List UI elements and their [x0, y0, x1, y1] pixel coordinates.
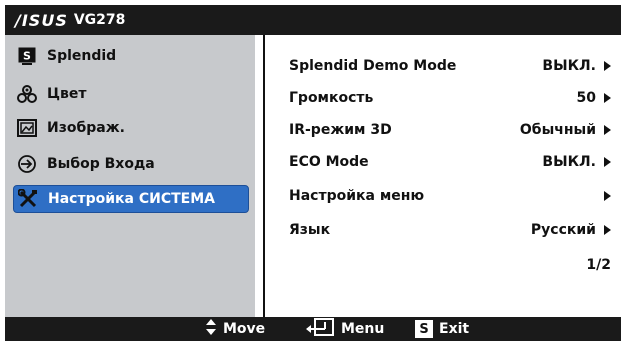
sidebar-item-label: Цвет — [47, 86, 87, 102]
setting-label: Настройка меню — [289, 188, 425, 204]
chevron-right-icon — [604, 191, 611, 201]
move-label: Move — [223, 321, 266, 337]
setting-row-splendid-demo-mode[interactable]: Splendid Demo Mode ВЫКЛ. — [289, 55, 611, 77]
settings-panel: Splendid Demo Mode ВЫКЛ. Громкость 50 IR… — [263, 35, 621, 317]
panel-divider — [255, 35, 263, 317]
setting-label: IR-режим 3D — [289, 122, 392, 138]
setting-label: Splendid Demo Mode — [289, 58, 457, 74]
sidebar: S Splendid Цвет Изображ. Выбор Входа Нас… — [5, 35, 255, 317]
brand: /ISUS VG278 — [15, 9, 125, 31]
setting-value: Русский — [530, 222, 596, 238]
setting-value: ВЫКЛ. — [542, 58, 596, 74]
sidebar-item-splendid[interactable]: S Splendid — [17, 43, 116, 69]
setting-value: ВЫКЛ. — [542, 154, 596, 170]
chevron-right-icon — [604, 225, 611, 235]
setting-row-menu-setup[interactable]: Настройка меню — [289, 185, 611, 207]
page-indicator: 1/2 — [586, 257, 611, 273]
sidebar-item-image[interactable]: Изображ. — [17, 115, 125, 141]
enter-key-icon — [305, 318, 335, 340]
input-arrow-icon — [17, 154, 37, 174]
menu-label: Menu — [341, 321, 385, 337]
setting-label: Язык — [289, 222, 331, 238]
sidebar-item-system-settings[interactable]: Настройка СИСТЕМА — [13, 185, 249, 213]
osd-window: /ISUS VG278 S Splendid Цвет Изображ. Выб… — [5, 5, 621, 341]
exit-hint: S Exit — [415, 317, 469, 341]
menu-hint: Menu — [305, 317, 384, 341]
sidebar-item-label: Настройка СИСТЕМА — [48, 191, 215, 207]
chevron-right-icon — [604, 157, 611, 167]
setting-row-language[interactable]: Язык Русский — [289, 219, 611, 241]
wrench-screwdriver-icon — [18, 189, 38, 209]
exit-key-glyph: S — [419, 321, 429, 337]
setting-label: Громкость — [289, 90, 374, 106]
up-down-arrows-icon — [205, 318, 217, 340]
setting-label: ECO Mode — [289, 154, 369, 170]
setting-row-eco-mode[interactable]: ECO Mode ВЫКЛ. — [289, 151, 611, 173]
setting-row-volume[interactable]: Громкость 50 — [289, 87, 611, 109]
sidebar-item-label: Splendid — [47, 48, 117, 64]
setting-value: 50 — [576, 90, 596, 106]
exit-label: Exit — [439, 321, 470, 337]
sidebar-item-label: Изображ. — [47, 120, 125, 136]
image-frame-icon — [17, 118, 37, 138]
color-drops-icon — [17, 84, 37, 104]
sidebar-item-color[interactable]: Цвет — [17, 81, 86, 107]
move-hint: Move — [205, 317, 265, 341]
setting-row-ir-3d-mode[interactable]: IR-режим 3D Обычный — [289, 119, 611, 141]
sidebar-item-label: Выбор Входа — [47, 156, 155, 172]
chevron-right-icon — [604, 93, 611, 103]
exit-s-key-icon: S — [415, 320, 433, 338]
model-name: VG278 — [73, 12, 126, 28]
brand-logo: /ISUS — [15, 10, 68, 30]
chevron-right-icon — [604, 125, 611, 135]
sidebar-item-input[interactable]: Выбор Входа — [17, 151, 155, 177]
chevron-right-icon — [604, 61, 611, 71]
splendid-s-icon: S — [17, 46, 37, 66]
hint-bar: Move Menu S Exit — [5, 317, 621, 341]
svg-text:S: S — [23, 50, 31, 63]
setting-value: Обычный — [519, 122, 596, 138]
title-bar: /ISUS VG278 — [5, 5, 621, 35]
